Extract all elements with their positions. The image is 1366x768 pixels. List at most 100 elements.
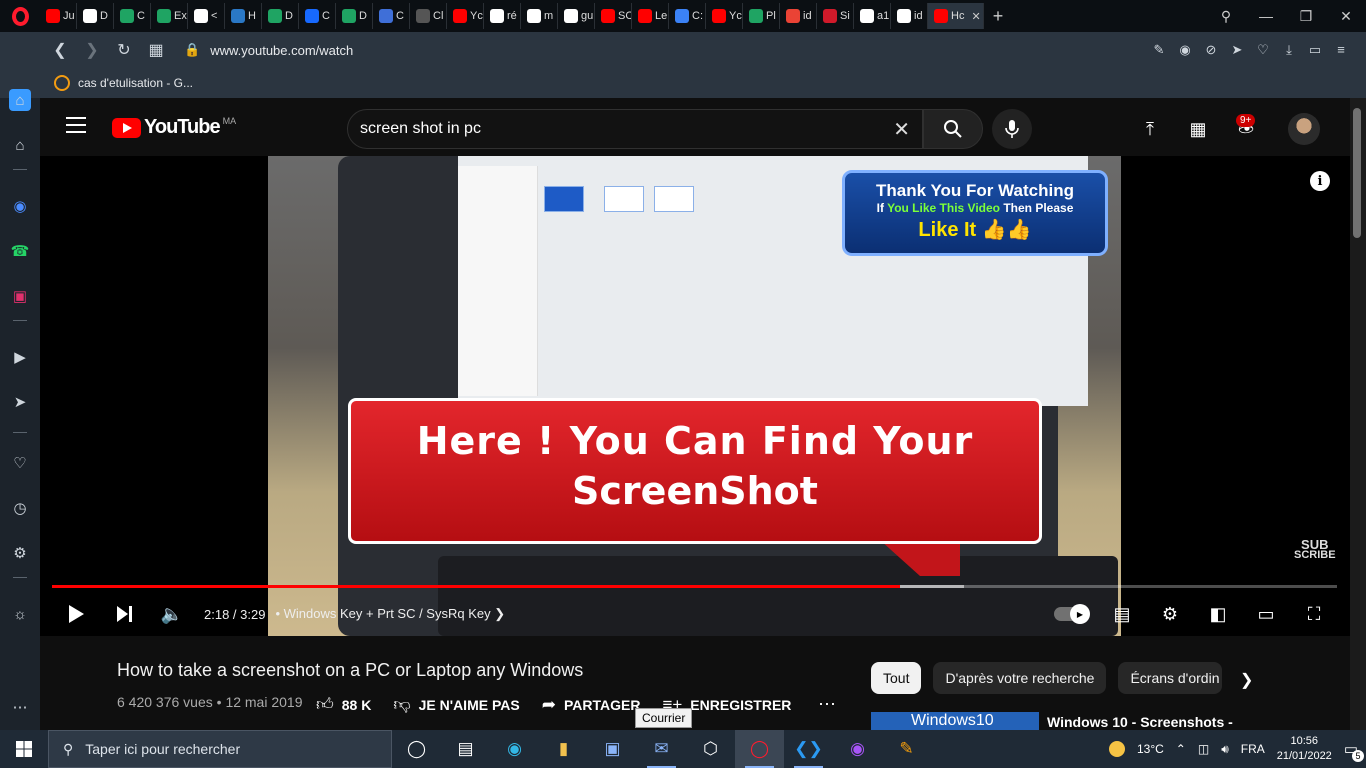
chrome-icon[interactable]: ◉: [833, 730, 882, 768]
forward-icon[interactable]: ❯: [76, 40, 108, 60]
recommendation-title[interactable]: Windows 10 - Screenshots -: [1047, 714, 1233, 730]
store-icon[interactable]: ▣: [588, 730, 637, 768]
start-button[interactable]: [0, 730, 48, 768]
bookmark-item[interactable]: cas d'etulisation - G...: [78, 76, 193, 90]
scrollbar-thumb[interactable]: [1353, 108, 1361, 238]
hamburger-menu-icon[interactable]: [66, 117, 86, 133]
bookmarks-icon[interactable]: ⌂: [9, 134, 31, 156]
file-explorer-icon[interactable]: ▮: [539, 730, 588, 768]
lightbulb-icon[interactable]: ☼: [9, 603, 31, 625]
browser-tab[interactable]: Cl: [410, 3, 447, 29]
browser-tab[interactable]: id: [780, 3, 817, 29]
back-icon[interactable]: ❮: [44, 40, 76, 60]
task-view-icon[interactable]: ▤: [441, 730, 490, 768]
next-icon[interactable]: [100, 594, 148, 634]
browser-tab[interactable]: C: [299, 3, 336, 29]
settings-icon[interactable]: ⚙: [9, 542, 31, 564]
progress-bar[interactable]: [52, 585, 1337, 588]
browser-tab[interactable]: D: [77, 3, 114, 29]
browser-tab[interactable]: Ex: [151, 3, 188, 29]
apps-grid-icon[interactable]: ▦: [1186, 117, 1210, 141]
info-icon[interactable]: i: [1310, 171, 1330, 191]
browser-tab[interactable]: C: [114, 3, 151, 29]
browser-tab[interactable]: SC: [595, 3, 632, 29]
youtube-logo[interactable]: YouTube MA: [112, 116, 236, 139]
browser-tab[interactable]: Yc: [706, 3, 743, 29]
url-field[interactable]: 🔒 www.youtube.com/watch: [184, 42, 353, 58]
home-icon[interactable]: ⌂: [9, 89, 31, 111]
cortana-icon[interactable]: ◯: [392, 730, 441, 768]
paint-icon[interactable]: ✎: [882, 730, 931, 768]
browser-tab[interactable]: m: [521, 3, 558, 29]
more-icon[interactable]: ⋯: [9, 696, 31, 718]
action-center-icon[interactable]: ▭ 5: [1344, 740, 1364, 762]
chevron-right-icon[interactable]: ❯: [1240, 670, 1253, 690]
browser-tab[interactable]: H: [225, 3, 262, 29]
play-icon[interactable]: [52, 594, 100, 634]
subtitles-icon[interactable]: ▤: [1098, 594, 1146, 634]
search-button[interactable]: [923, 109, 983, 149]
minimize-button[interactable]: —: [1246, 8, 1286, 25]
browser-tab[interactable]: Si: [817, 3, 854, 29]
battery-icon[interactable]: ▭: [1302, 42, 1328, 58]
browser-tab[interactable]: D: [336, 3, 373, 29]
voice-search-button[interactable]: [992, 109, 1032, 149]
temperature[interactable]: 13°C: [1137, 742, 1164, 756]
clear-search-icon[interactable]: ✕: [893, 117, 910, 142]
send-icon[interactable]: ➤: [1224, 42, 1250, 58]
upload-icon[interactable]: ⤒: [1138, 117, 1162, 141]
theater-mode-icon[interactable]: ▭: [1242, 594, 1290, 634]
fullscreen-icon[interactable]: ⛶: [1290, 594, 1338, 634]
browser-tab[interactable]: D: [262, 3, 299, 29]
like-button[interactable]: 👍︎ 88 K: [316, 694, 371, 715]
chip-all[interactable]: Tout: [871, 662, 922, 694]
show-hidden-icons-icon[interactable]: ⌃: [1176, 742, 1186, 756]
browser-tab[interactable]: gu: [558, 3, 595, 29]
edit-icon[interactable]: ✎: [1146, 42, 1172, 58]
chapter-title[interactable]: • Windows Key + Prt SC / SysRq Key ❯: [275, 606, 505, 622]
taskbar-search-input[interactable]: ⚲ Taper ici pour rechercher: [48, 730, 392, 768]
browser-tab[interactable]: Ju: [40, 3, 77, 29]
chip-screens[interactable]: Écrans d'ordin: [1118, 662, 1223, 694]
miniplayer-icon[interactable]: ◧: [1194, 594, 1242, 634]
vscode-icon[interactable]: ❮❯: [784, 730, 833, 768]
browser-tab[interactable]: C:: [669, 3, 706, 29]
browser-tab[interactable]: Hc ✕: [928, 3, 984, 29]
player-icon[interactable]: ▶: [9, 346, 31, 368]
easy-setup-icon[interactable]: ≡: [1328, 42, 1354, 58]
browser-tab[interactable]: C: [373, 3, 410, 29]
tab-search-icon[interactable]: ⚲: [1206, 8, 1246, 25]
browser-tab[interactable]: Pl: [743, 3, 780, 29]
browser-tab[interactable]: <: [188, 3, 225, 29]
mail-icon[interactable]: ✉: [637, 730, 686, 768]
page-scrollbar[interactable]: [1350, 98, 1366, 730]
send-icon[interactable]: ➤: [9, 391, 31, 413]
restore-button[interactable]: ❐: [1286, 8, 1326, 25]
search-input[interactable]: screen shot in pc ✕: [347, 109, 923, 149]
share-button[interactable]: ➦ PARTAGER: [542, 694, 641, 715]
chip-related-search[interactable]: D'après votre recherche: [933, 662, 1107, 694]
dislike-button[interactable]: 👎︎ JE N'AIME PAS: [393, 694, 519, 715]
camera-icon[interactable]: ◉: [1172, 42, 1198, 58]
tab-overview-icon[interactable]: ▦: [140, 40, 172, 60]
package-icon[interactable]: ⬡: [686, 730, 735, 768]
autoplay-toggle[interactable]: [1054, 604, 1090, 624]
edge-icon[interactable]: ◉: [490, 730, 539, 768]
opera-taskbar-icon[interactable]: ◯: [735, 730, 784, 768]
subscribe-watermark[interactable]: SUB SCRIBE: [1294, 538, 1336, 561]
network-icon[interactable]: ◫: [1198, 742, 1209, 756]
recommendation-thumbnail[interactable]: Windows10: [871, 712, 1039, 730]
new-tab-button[interactable]: +: [984, 6, 1012, 27]
speaker-icon[interactable]: 🔊︎: [1221, 742, 1229, 757]
messenger-icon[interactable]: ◉: [9, 195, 31, 217]
heart-icon[interactable]: ♡: [1250, 42, 1276, 58]
settings-gear-icon[interactable]: ⚙: [1146, 594, 1194, 634]
more-actions-icon[interactable]: ⋯: [818, 694, 836, 715]
adblock-icon[interactable]: ⊘: [1198, 42, 1224, 58]
browser-tab[interactable]: id: [891, 3, 928, 29]
volume-icon[interactable]: 🔈: [148, 594, 196, 634]
language-indicator[interactable]: FRA: [1241, 742, 1265, 756]
video-player[interactable]: Thank You For Watching If You Like This …: [40, 156, 1350, 636]
close-window-button[interactable]: ✕: [1326, 8, 1366, 25]
weather-sun-icon[interactable]: [1108, 741, 1125, 757]
